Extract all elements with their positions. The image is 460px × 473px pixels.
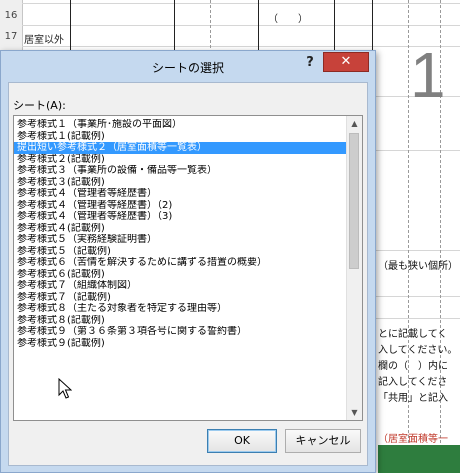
sheet-list-label: シート(A): (13, 99, 66, 112)
cancel-button[interactable]: キャンセル (285, 429, 361, 453)
sheet-list-item[interactable]: 参考様式８(記載例) (14, 315, 347, 327)
sheet-list-item[interactable]: 参考様式３(記載例) (14, 177, 347, 189)
sheet-list-item[interactable]: 参考様式２(記載例) (14, 154, 347, 166)
scrollbar-thumb[interactable] (349, 133, 359, 269)
scroll-down-button[interactable]: ▼ (347, 405, 362, 420)
chevron-down-icon: ▼ (351, 408, 358, 417)
mouse-cursor-icon (58, 378, 72, 399)
sheet-list-item[interactable]: 参考様式５（記載例) (14, 246, 347, 258)
grid-line (376, 296, 460, 297)
grid-line (22, 46, 460, 47)
dialog-titlebar[interactable]: シートの選択 ? ✕ (1, 51, 375, 81)
dialog-body: シート(A): 参考様式１（事業所･施設の平面図） 参考様式１(記載例) 提出短い参… (8, 82, 368, 466)
cell-non-room[interactable]: 居室以外 (24, 31, 64, 46)
grid-line (22, 25, 460, 26)
cell-red-text: （居室面積等一 (378, 434, 448, 445)
sheet-list-item[interactable]: 参考様式６（苦情を解決するために講ずる措置の概要） (14, 257, 347, 269)
grid-line (376, 150, 460, 151)
sheet-list-item[interactable]: 参考様式４(記載例) (14, 223, 347, 235)
ok-button[interactable]: OK (207, 429, 277, 453)
cell-text-fragment: とに記載してく (378, 329, 448, 340)
sheet-list-item[interactable]: 参考様式８（主たる対象者を特定する理由等） (14, 303, 347, 315)
cell-text-fragment: （最も狭い個所） (378, 261, 458, 272)
scroll-up-button[interactable]: ▲ (347, 116, 362, 131)
sheet-list-item[interactable]: 参考様式７（組織体制図） (14, 280, 347, 292)
sheet-list-item[interactable]: 参考様式７（記載例) (14, 292, 347, 304)
close-button[interactable]: ✕ (323, 52, 369, 72)
sheet-list-items: 参考様式１（事業所･施設の平面図） 参考様式１(記載例) 提出短い参考様式２（居室面… (14, 119, 347, 349)
sheet-list-item[interactable]: 参考様式４（管理者等経歴書） (14, 188, 347, 200)
cell-text-fragment: 記入してくださ (378, 377, 448, 388)
help-button[interactable]: ? (301, 55, 319, 73)
grid-line (376, 250, 460, 251)
sheet-listbox[interactable]: 参考様式１（事業所･施設の平面図） 参考様式１(記載例) 提出短い参考様式２（居室面… (13, 115, 363, 421)
cell-parentheses[interactable]: （ ） (268, 10, 308, 25)
sheet-select-dialog: シートの選択 ? ✕ シート(A): 参考様式１（事業所･施設の平面図） 参考様式… (0, 50, 376, 473)
sheet-list-item[interactable]: 参考様式３（事業所の設備・備品等一覧表） (14, 165, 347, 177)
chevron-up-icon: ▲ (351, 119, 358, 128)
cell-text-fragment: 欄の（ ）内に (378, 361, 448, 372)
cell-text-fragment: 入してください。 (378, 345, 458, 356)
cell-text-fragment: 「共用」と記入 (378, 393, 448, 404)
sheet-list-item[interactable]: 参考様式４（管理者等経歴書）（2) (14, 200, 347, 212)
sheet-list-item[interactable]: 参考様式５（実務経験証明書） (14, 234, 347, 246)
sheet-list-item[interactable]: 参考様式９(記載例) (14, 338, 347, 350)
sheet-list-item[interactable]: 参考様式１（事業所･施設の平面図） (14, 119, 347, 131)
grid-line (22, 3, 460, 4)
sheet-list-item[interactable]: 提出短い参考様式２（居室面積等一覧表） (14, 142, 347, 154)
cell-big-number[interactable]: 1 (410, 38, 446, 112)
vertical-scrollbar[interactable]: ▲ ▼ (346, 116, 362, 420)
grid-line (376, 318, 460, 319)
row-number-17: 17 (4, 31, 18, 42)
sheet-list-item[interactable]: 参考様式４（管理者等経歴書）（3) (14, 211, 347, 223)
row-number-16: 16 (4, 10, 18, 21)
sheet-list-item[interactable]: 参考様式１(記載例) (14, 131, 347, 143)
close-icon: ✕ (340, 54, 352, 69)
green-band (378, 445, 460, 473)
sheet-list-item[interactable]: 参考様式６(記載例) (14, 269, 347, 281)
sheet-list-item[interactable]: 参考様式９（第３６条第３項各号に関する誓約書） (14, 326, 347, 338)
